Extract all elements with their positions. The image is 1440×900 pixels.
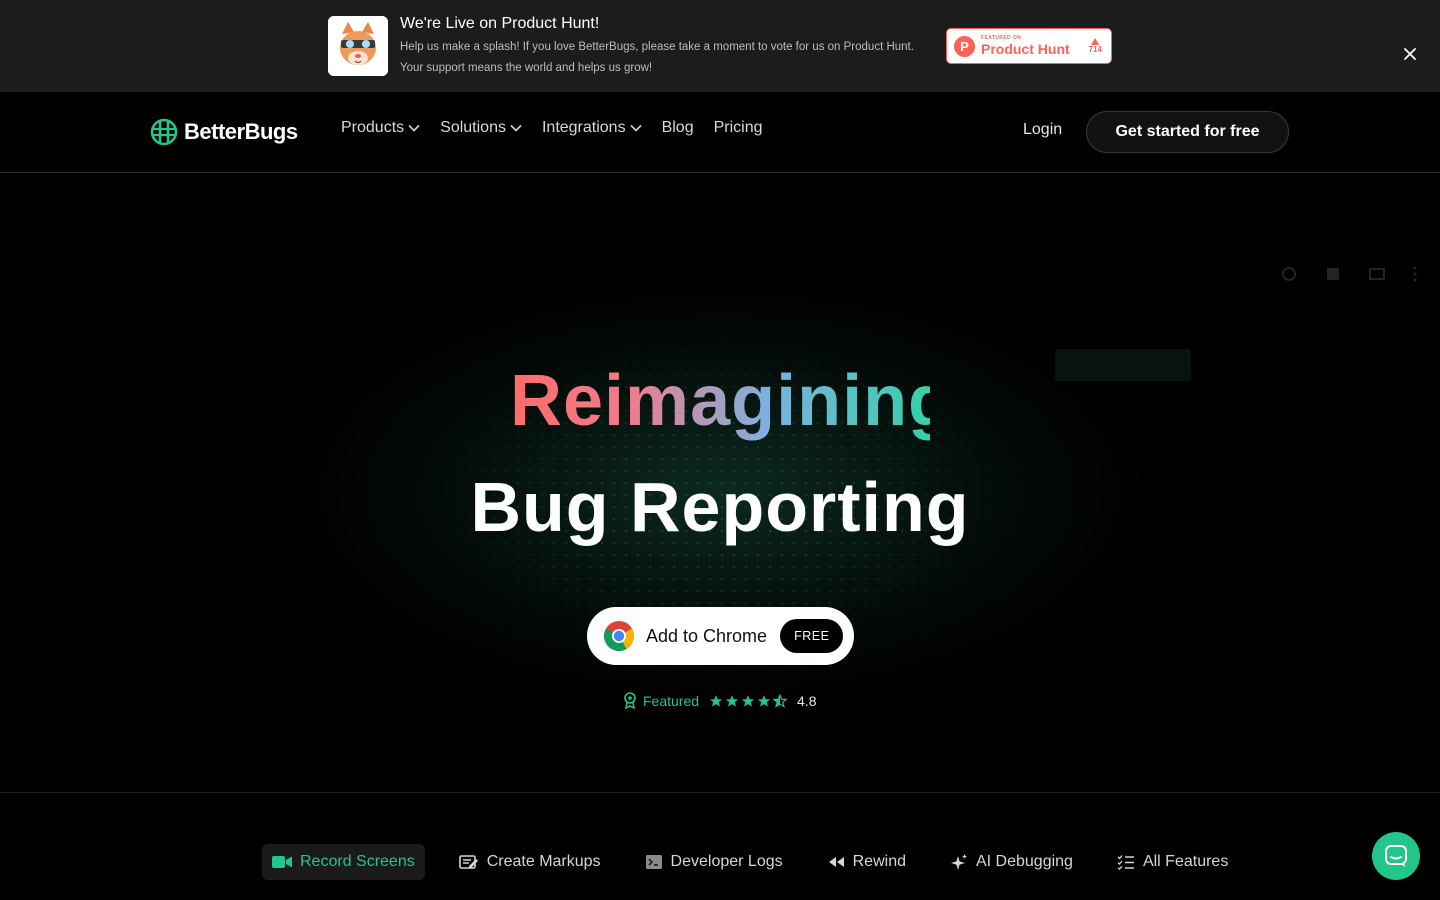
badge-vote-count: 714 bbox=[1088, 45, 1102, 54]
free-badge: FREE bbox=[780, 619, 844, 653]
tab-record-screens[interactable]: Record Screens bbox=[262, 844, 425, 880]
nav-pricing[interactable]: Pricing bbox=[714, 119, 763, 137]
rewind-icon bbox=[828, 857, 844, 867]
tab-all-features[interactable]: All Features bbox=[1107, 844, 1238, 880]
banner-title: We're Live on Product Hunt! bbox=[400, 15, 600, 32]
tab-create-markups[interactable]: Create Markups bbox=[449, 844, 611, 880]
star-half-icon bbox=[773, 693, 788, 708]
badge-votes: 714 bbox=[1089, 38, 1102, 54]
chrome-store-rating: Featured 4.8 bbox=[623, 692, 817, 709]
tab-developer-logs[interactable]: Developer Logs bbox=[635, 844, 793, 880]
star-icon bbox=[709, 694, 723, 707]
close-icon bbox=[1404, 48, 1416, 60]
tab-rewind[interactable]: Rewind bbox=[817, 844, 916, 880]
hero-background-ghost-icons bbox=[1280, 265, 1418, 283]
tab-label: Create Markups bbox=[486, 853, 601, 870]
banner-description: Help us make a splash! If you love Bette… bbox=[400, 41, 914, 74]
close-banner-button[interactable] bbox=[1400, 44, 1420, 64]
product-hunt-badge[interactable]: P FEATURED ON Product Hunt 714 bbox=[946, 28, 1112, 64]
feature-tabs: Record Screens Create Markups Developer … bbox=[262, 844, 1238, 880]
featured-label: Featured bbox=[643, 692, 700, 709]
tab-ai-debugging[interactable]: AI Debugging bbox=[940, 844, 1083, 880]
hero-headline: Bug Reporting bbox=[470, 468, 970, 546]
star-icon bbox=[757, 694, 771, 707]
chrome-icon bbox=[604, 621, 635, 651]
pencil-markup-icon bbox=[458, 855, 478, 869]
checklist-icon bbox=[1117, 855, 1134, 870]
chevron-down-icon bbox=[630, 124, 642, 132]
login-link[interactable]: Login bbox=[1023, 121, 1062, 139]
tab-label: Developer Logs bbox=[670, 853, 783, 870]
nav-solutions-label: Solutions bbox=[440, 119, 506, 136]
nav-pricing-label: Pricing bbox=[713, 119, 763, 136]
nav-blog[interactable]: Blog bbox=[662, 119, 694, 137]
brand-name: BetterBugs bbox=[184, 119, 298, 144]
nav-blog-label: Blog bbox=[661, 119, 694, 136]
tab-label: All Features bbox=[1142, 853, 1229, 870]
hero-section: Reimagining Bug Reporting Add to Chrome … bbox=[0, 173, 1440, 793]
terminal-icon bbox=[645, 855, 662, 869]
chat-bubble-icon bbox=[1385, 845, 1407, 867]
tab-label: Record Screens bbox=[300, 853, 415, 870]
rating-stars bbox=[709, 693, 788, 708]
top-navbar: BetterBugs Products Solutions Integratio… bbox=[0, 92, 1440, 173]
nav-integrations[interactable]: Integrations bbox=[542, 119, 642, 137]
ghost-gear-icon bbox=[1282, 267, 1296, 281]
hero-headline-gradient: Reimagining bbox=[510, 361, 954, 441]
tab-label: Rewind bbox=[852, 853, 906, 870]
add-to-chrome-label: Add to Chrome bbox=[646, 625, 768, 646]
ghost-more-icon bbox=[1413, 266, 1417, 282]
brand-logo-link[interactable]: BetterBugs bbox=[150, 117, 298, 147]
product-hunt-logo-icon: P bbox=[954, 35, 975, 57]
add-to-chrome-button[interactable]: Add to Chrome FREE bbox=[587, 607, 854, 665]
chat-launcher-button[interactable] bbox=[1372, 832, 1420, 880]
nav-links: Products Solutions Integrations Blog Pri… bbox=[341, 119, 763, 137]
upvote-triangle-icon bbox=[1091, 38, 1100, 45]
nav-products-label: Products bbox=[341, 119, 405, 136]
ghost-window-icon bbox=[1369, 268, 1385, 280]
chevron-down-icon bbox=[510, 124, 522, 132]
cat-mascot-image bbox=[328, 16, 388, 76]
get-started-button[interactable]: Get started for free bbox=[1086, 111, 1289, 153]
badge-product-name: Product Hunt bbox=[981, 41, 1070, 57]
ghost-puzzle-icon bbox=[1327, 268, 1339, 280]
video-camera-icon bbox=[272, 856, 292, 868]
rating-score: 4.8 bbox=[797, 692, 817, 709]
nav-integrations-label: Integrations bbox=[541, 119, 626, 136]
award-ribbon-icon bbox=[624, 692, 636, 709]
chevron-down-icon bbox=[408, 124, 420, 132]
tab-label: AI Debugging bbox=[975, 853, 1073, 870]
nav-products[interactable]: Products bbox=[341, 119, 420, 137]
star-icon bbox=[741, 694, 755, 707]
betterbugs-logo-icon bbox=[150, 118, 178, 146]
nav-solutions[interactable]: Solutions bbox=[440, 119, 522, 137]
product-hunt-banner: We're Live on Product Hunt! Help us make… bbox=[0, 0, 1440, 92]
sparkles-icon bbox=[950, 854, 967, 870]
hero-background-ghost-bar bbox=[1055, 349, 1191, 381]
star-icon bbox=[725, 694, 739, 707]
